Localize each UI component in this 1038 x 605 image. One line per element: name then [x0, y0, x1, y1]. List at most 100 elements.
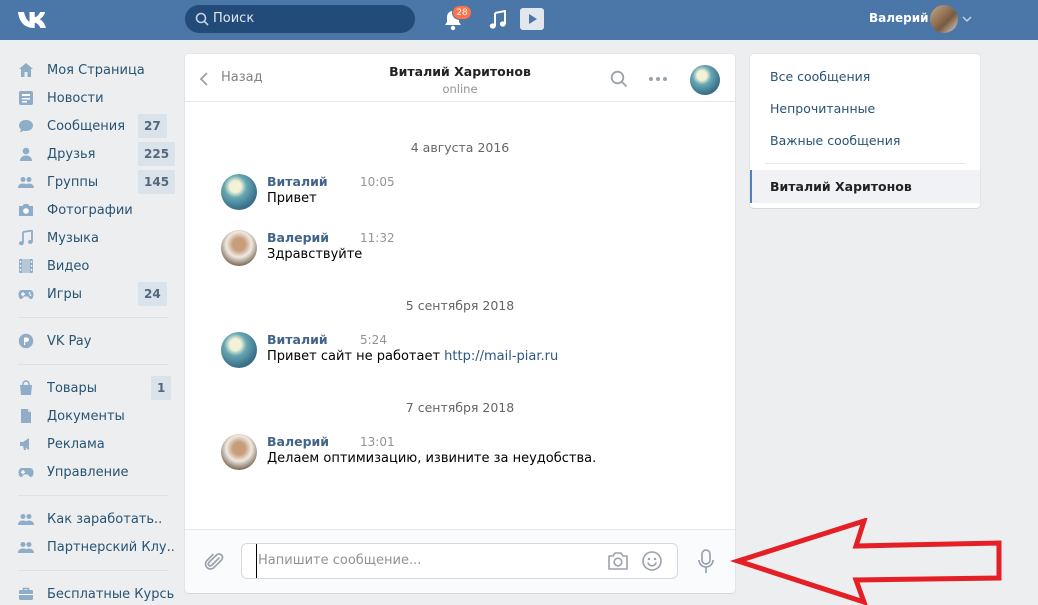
message-item: Виталий 5:24 Привет сайт не работает htt…: [221, 332, 701, 372]
sidebar-item-documents[interactable]: Документы: [18, 402, 174, 430]
avatar[interactable]: [221, 332, 257, 368]
sidebar-item-messages[interactable]: Сообщения 27: [18, 112, 174, 140]
message-item: Валерий 11:32 Здравствуйте: [221, 230, 701, 270]
vkpay-icon: [18, 333, 34, 349]
message-text: Привет: [267, 191, 317, 206]
message-text-body: Привет сайт не работает: [267, 349, 445, 364]
sidebar-item-video[interactable]: Видео: [18, 252, 174, 280]
music-icon: [19, 230, 33, 246]
news-icon: [19, 91, 33, 105]
avatar[interactable]: [930, 5, 958, 33]
paperclip-icon[interactable]: [203, 551, 225, 573]
shopping-bag-icon: [20, 380, 32, 395]
chevron-down-icon[interactable]: [962, 16, 972, 23]
sidebar-item-my-page[interactable]: Моя Страница: [18, 56, 174, 84]
sidebar-item-label: Документы: [47, 408, 125, 424]
message-author[interactable]: Валерий: [267, 434, 329, 449]
search-input[interactable]: Поиск: [213, 5, 254, 33]
message-time: 11:32: [360, 231, 395, 245]
document-icon: [21, 409, 31, 423]
user-name[interactable]: Валерий: [869, 11, 929, 25]
message-text: Делаем оптимизацию, извините за неудобст…: [267, 451, 597, 466]
sidebar-item-label: Партнерский Клу..: [47, 539, 174, 555]
message-author[interactable]: Валерий: [267, 230, 329, 245]
count-badge: 225: [138, 142, 176, 166]
count-badge: 27: [138, 114, 167, 138]
search-field[interactable]: Поиск: [185, 5, 415, 33]
chat-header: Назад Виталий Харитонов online: [185, 54, 735, 102]
message-text: Здравствуйте: [267, 247, 363, 262]
sidebar-item-label: Реклама: [47, 436, 105, 452]
sidebar-item-manage[interactable]: Управление: [18, 458, 174, 486]
sidebar-item-free-courses[interactable]: Бесплатные Курсы: [18, 580, 174, 605]
sidebar-item-partner-club[interactable]: Партнерский Клу..: [18, 533, 174, 561]
notifications-badge: 28: [452, 5, 472, 20]
search-icon[interactable]: [610, 70, 628, 88]
music-icon[interactable]: [489, 10, 507, 30]
sidebar-item-label: VK Pay: [47, 333, 92, 349]
sidebar-item-label: Музыка: [47, 230, 99, 246]
message-filters: Все сообщения Непрочитанные Важные сообщ…: [750, 54, 980, 208]
sidebar-item-label: Видео: [47, 258, 90, 274]
message-time: 5:24: [360, 333, 387, 347]
sidebar-item-label: Бесплатные Курсы: [47, 586, 174, 602]
camera-icon[interactable]: [607, 551, 629, 571]
sidebar-item-news[interactable]: Новости: [18, 84, 174, 112]
count-badge: 24: [138, 282, 167, 306]
video-icon: [19, 259, 33, 273]
annotation-arrow-icon: [729, 518, 1002, 605]
message-composer: Напишите сообщение...: [185, 529, 735, 593]
sidebar-item-ads[interactable]: Реклама: [18, 430, 174, 458]
sidebar-item-photos[interactable]: Фотографии: [18, 196, 174, 224]
filter-unread[interactable]: Непрочитанные: [770, 101, 875, 116]
sidebar-item-label: Игры: [47, 286, 83, 302]
play-icon[interactable]: [520, 8, 544, 30]
sidebar-item-label: Новости: [47, 90, 104, 106]
sidebar-item-music[interactable]: Музыка: [18, 224, 174, 252]
friends-icon: [20, 147, 32, 161]
sidebar-item-goods[interactable]: Товары 1: [18, 374, 174, 402]
sidebar-item-how-to-earn[interactable]: Как заработать..: [18, 505, 174, 533]
filter-all-messages[interactable]: Все сообщения: [770, 69, 870, 84]
sidebar-item-label: Как заработать..: [47, 511, 163, 527]
group-icon: [18, 514, 34, 525]
vk-logo-icon[interactable]: [16, 9, 54, 31]
sidebar-item-label: Товары: [47, 380, 98, 396]
smile-icon[interactable]: [641, 550, 663, 572]
sidebar-item-groups[interactable]: Группы 145: [18, 168, 176, 196]
sidebar-item-games[interactable]: Игры 24: [18, 280, 174, 308]
chat-peer-status: online: [442, 82, 478, 96]
filter-active-conversation[interactable]: Виталий Харитонов: [750, 170, 980, 203]
message-link[interactable]: http://mail-piar.ru: [444, 349, 558, 364]
avatar[interactable]: [221, 230, 257, 266]
microphone-icon[interactable]: [697, 549, 715, 575]
megaphone-icon: [20, 438, 29, 450]
sidebar-item-vkpay[interactable]: VK Pay: [18, 327, 174, 355]
sidebar-divider: [18, 570, 168, 571]
date-separator: 5 сентября 2018: [405, 298, 515, 313]
sidebar-divider: [18, 495, 168, 496]
sidebar-item-label: Моя Страница: [47, 62, 145, 78]
filter-important[interactable]: Важные сообщения: [770, 133, 900, 148]
sidebar-item-label: Группы: [47, 174, 99, 190]
message-input[interactable]: Напишите сообщение...: [256, 544, 421, 578]
sidebar-item-friends[interactable]: Друзья 225: [18, 140, 176, 168]
message-author[interactable]: Виталий: [267, 174, 328, 189]
avatar[interactable]: [221, 174, 257, 210]
message-author[interactable]: Виталий: [267, 332, 328, 347]
message-input-box[interactable]: Напишите сообщение...: [241, 543, 678, 579]
briefcase-icon: [19, 587, 33, 600]
message-time: 10:05: [360, 175, 395, 189]
sidebar-item-label: Управление: [47, 464, 129, 480]
more-icon[interactable]: [648, 76, 668, 82]
avatar[interactable]: [690, 65, 720, 95]
message-text: Привет сайт не работает http://mail-piar…: [267, 349, 558, 364]
group-icon: [18, 542, 34, 553]
groups-icon: [18, 177, 34, 188]
camera-icon: [19, 204, 33, 216]
chat-panel: Назад Виталий Харитонов online 4 августа…: [185, 54, 735, 593]
active-conversation-label: Виталий Харитонов: [770, 179, 912, 194]
avatar[interactable]: [221, 434, 257, 470]
top-bar: Поиск 28 Валерий: [0, 0, 1038, 40]
sidebar-item-label: Фотографии: [47, 202, 133, 218]
